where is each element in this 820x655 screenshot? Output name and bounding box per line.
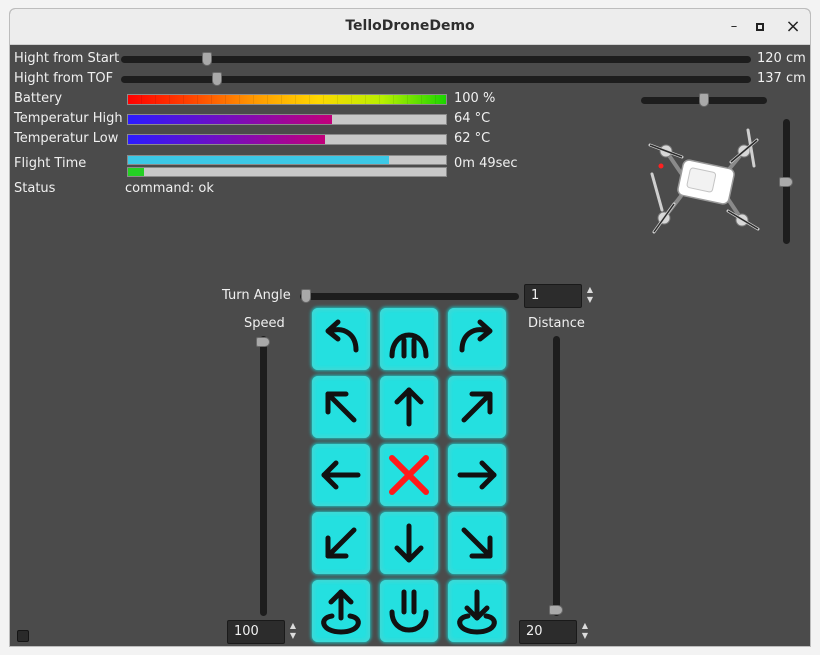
height-start-slider[interactable] (121, 52, 751, 66)
maximize-button[interactable] (750, 17, 770, 37)
arrow-right-icon (457, 460, 497, 490)
distance-spinbox[interactable]: 20 (519, 620, 577, 644)
forward-left-button[interactable] (312, 376, 370, 438)
temp-high-bar (127, 114, 447, 125)
app-window: TelloDroneDemo – × Hight from Start 120 … (9, 8, 811, 647)
distance-slider-handle[interactable] (549, 605, 563, 615)
battery-label: Battery (14, 91, 63, 106)
speed-label: Speed (244, 316, 285, 331)
height-tof-slider-handle[interactable] (211, 72, 222, 86)
temp-low-label: Temperatur Low (14, 131, 119, 146)
rotate-left-button[interactable] (312, 308, 370, 370)
temp-low-bar (127, 134, 447, 145)
speed-slider-handle[interactable] (256, 337, 270, 347)
rotate-right-icon (459, 319, 493, 353)
distance-label: Distance (528, 316, 585, 331)
temp-low-fill (128, 135, 326, 144)
arrow-up-icon (394, 387, 424, 427)
rotate-left-icon (325, 319, 359, 353)
arrow-up-right-icon (461, 391, 493, 423)
minimize-icon: – (730, 19, 738, 34)
hover-icon (389, 589, 429, 633)
turn-angle-label: Turn Angle (222, 288, 291, 303)
hover-button[interactable] (380, 580, 438, 642)
pause-arch-icon (389, 332, 429, 359)
battery-value: 100 % (454, 91, 496, 106)
temp-high-value: 64 °C (454, 111, 491, 126)
rotate-right-button[interactable] (448, 308, 506, 370)
battery-fill (128, 95, 446, 104)
battery-bar (127, 94, 447, 105)
drone-image (648, 128, 760, 234)
turn-angle-spinbox[interactable]: 1 (524, 284, 582, 308)
land-pause-button[interactable] (380, 308, 438, 370)
temp-high-fill (128, 115, 332, 124)
view-vertical-slider-handle[interactable] (779, 176, 793, 187)
corner-checkbox[interactable] (17, 630, 29, 642)
speed-spinbox-value: 100 (234, 624, 259, 639)
left-button[interactable] (312, 444, 370, 506)
flight-time-secondary-fill (128, 168, 144, 176)
view-vertical-slider[interactable] (779, 119, 793, 244)
arrow-down-right-icon (461, 527, 493, 559)
maximize-icon (756, 23, 764, 31)
status-label: Status (14, 181, 56, 196)
arrow-down-icon (394, 523, 424, 563)
turn-angle-spinbox-value: 1 (531, 288, 540, 303)
back-right-button[interactable] (448, 512, 506, 574)
minimize-button[interactable]: – (724, 17, 744, 37)
distance-slider[interactable] (549, 336, 563, 616)
takeoff-icon (321, 589, 361, 635)
height-start-value: 120 cm (757, 51, 806, 66)
close-icon: × (785, 16, 801, 37)
arrow-left-icon (321, 460, 361, 490)
window-title: TelloDroneDemo (345, 18, 475, 34)
forward-button[interactable] (380, 376, 438, 438)
forward-right-button[interactable] (448, 376, 506, 438)
speed-slider[interactable] (256, 336, 270, 616)
land-icon (457, 589, 497, 635)
back-button[interactable] (380, 512, 438, 574)
flight-time-label: Flight Time (14, 156, 87, 171)
height-start-slider-handle[interactable] (202, 52, 213, 66)
height-tof-label: Hight from TOF (14, 71, 114, 86)
view-horizontal-slider-handle[interactable] (699, 93, 709, 107)
control-pad (312, 308, 510, 646)
turn-angle-slider-handle[interactable] (301, 289, 311, 303)
speed-spinbox[interactable]: 100 (227, 620, 285, 644)
turn-angle-slider[interactable] (300, 289, 519, 303)
height-start-label: Hight from Start (14, 51, 120, 66)
client-area: Hight from Start 120 cm Hight from TOF 1… (10, 46, 810, 646)
right-button[interactable] (448, 444, 506, 506)
temp-low-value: 62 °C (454, 131, 491, 146)
flight-time-fill (128, 156, 389, 164)
flight-time-bar (127, 155, 447, 165)
flight-time-secondary-bar (127, 167, 447, 177)
status-value: command: ok (125, 181, 214, 196)
back-left-button[interactable] (312, 512, 370, 574)
turn-angle-spin-arrows[interactable]: ▲ ▼ (585, 285, 595, 309)
view-horizontal-slider[interactable] (641, 93, 767, 107)
height-tof-value: 137 cm (757, 71, 806, 86)
stop-button[interactable] (380, 444, 438, 506)
temp-high-label: Temperatur High (14, 111, 123, 126)
title-bar[interactable]: TelloDroneDemo – × (10, 9, 810, 45)
close-button[interactable]: × (783, 17, 803, 37)
arrow-down-left-icon (325, 527, 357, 559)
arrow-up-left-icon (325, 391, 357, 423)
land-button[interactable] (448, 580, 506, 642)
flight-time-value: 0m 49sec (454, 156, 518, 171)
takeoff-button[interactable] (312, 580, 370, 642)
distance-spinbox-value: 20 (526, 624, 543, 639)
speed-spin-arrows[interactable]: ▲ ▼ (288, 621, 298, 645)
height-tof-slider[interactable] (121, 72, 751, 86)
distance-spin-arrows[interactable]: ▲ ▼ (580, 621, 590, 645)
stop-cross-icon (389, 455, 429, 495)
